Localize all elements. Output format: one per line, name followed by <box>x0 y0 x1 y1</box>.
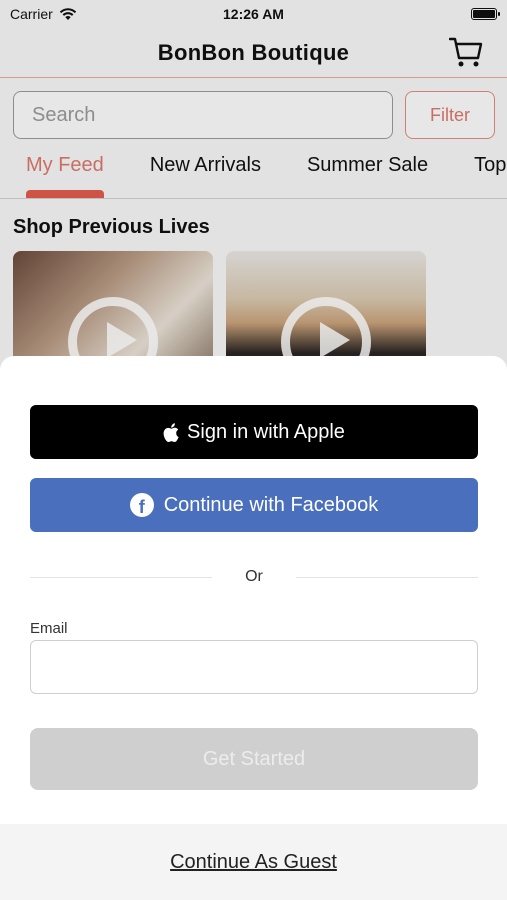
facebook-icon: f <box>129 493 154 517</box>
guest-area: Continue As Guest <box>0 824 507 900</box>
email-label: Email <box>30 620 68 637</box>
continue-as-guest-link[interactable]: Continue As Guest <box>170 851 337 874</box>
or-divider: Or <box>30 568 478 588</box>
get-started-button[interactable]: Get Started <box>30 728 478 790</box>
apple-icon <box>163 422 179 442</box>
apple-button-label: Sign in with Apple <box>187 420 345 443</box>
sign-in-with-apple-button[interactable]: Sign in with Apple <box>30 405 478 459</box>
divider-line-right <box>296 577 478 578</box>
email-field[interactable] <box>30 640 478 694</box>
continue-with-facebook-button[interactable]: f Continue with Facebook <box>30 478 478 532</box>
facebook-button-label: Continue with Facebook <box>163 493 379 516</box>
sign-in-sheet: Sign in with Apple f Continue with Faceb… <box>0 356 507 900</box>
